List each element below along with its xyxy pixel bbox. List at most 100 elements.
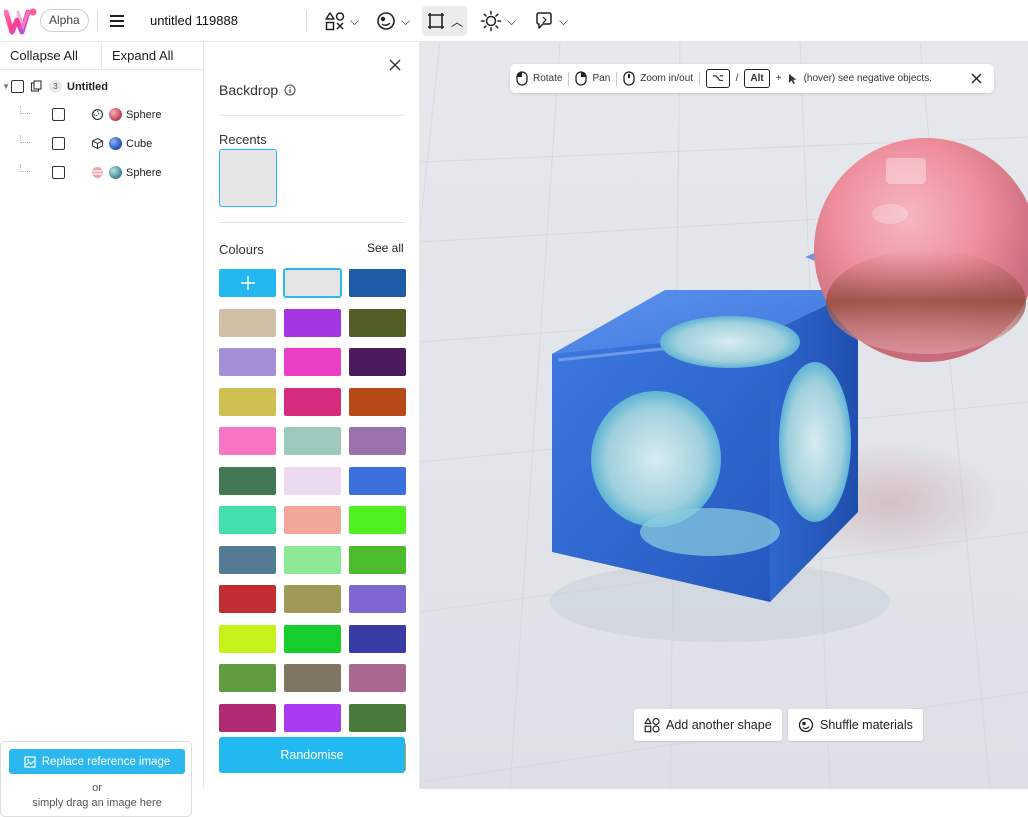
root-checkbox[interactable] [11, 80, 24, 93]
chevron-down-icon: ⌵ [350, 13, 360, 28]
close-icon[interactable] [971, 73, 982, 84]
tree-item-label: Sphere [126, 166, 162, 179]
caret-down-icon[interactable]: ▼ [2, 82, 11, 91]
colour-swatch[interactable] [219, 704, 276, 732]
tree-item-sphere[interactable]: Sphere [52, 108, 161, 121]
colour-swatch[interactable] [349, 506, 406, 534]
app-logo[interactable] [4, 6, 38, 36]
add-colour-button[interactable] [219, 269, 276, 297]
lasso-menu-button[interactable]: ⌵ [530, 6, 572, 36]
randomise-button[interactable]: Randomise [219, 737, 405, 773]
divider [219, 115, 405, 116]
tree-connector [20, 164, 30, 172]
colour-swatch[interactable] [219, 388, 276, 416]
colour-swatch[interactable] [219, 467, 276, 495]
slash-text: / [735, 73, 739, 84]
colour-swatch[interactable] [349, 704, 406, 732]
item-checkbox[interactable] [52, 137, 65, 150]
cursor-icon [788, 73, 797, 84]
add-another-shape-label: Add another shape [666, 718, 772, 732]
colour-swatch[interactable] [284, 467, 341, 495]
colour-swatch[interactable] [219, 506, 276, 534]
hint-pan: Pan [569, 71, 616, 86]
colour-swatch[interactable] [284, 704, 341, 732]
colour-swatch[interactable] [219, 427, 276, 455]
tree-root-untitled[interactable]: ▼ 3 Untitled [2, 80, 108, 93]
shapes-icon [644, 717, 660, 733]
navigation-hint-bar: Rotate Pan Zoom in/out ⌥ / Alt + (hover)… [510, 64, 994, 93]
colour-swatch[interactable] [284, 506, 341, 534]
hamburger-menu-icon[interactable] [106, 10, 128, 32]
divider [219, 222, 405, 223]
close-icon[interactable] [388, 58, 402, 72]
document-title[interactable]: untitled 119888 [150, 13, 238, 28]
colour-swatch[interactable] [219, 585, 276, 613]
colour-swatch[interactable] [349, 467, 406, 495]
sphere-subtract-icon [91, 108, 104, 121]
colour-swatch[interactable] [284, 309, 341, 337]
colour-swatch[interactable] [284, 625, 341, 653]
tree-connector [20, 135, 30, 143]
top-toolbar: Alpha untitled 119888 ⌵ ⌵ ︿ ⌵ ⌵ [0, 0, 1028, 42]
expand-all-button[interactable]: Expand All [102, 42, 203, 69]
colour-swatch[interactable] [219, 546, 276, 574]
reference-image-dropzone[interactable]: Replace reference image or simply drag a… [0, 741, 192, 817]
mouse-wheel-icon [623, 71, 635, 86]
colour-swatch[interactable] [349, 309, 406, 337]
shuffle-materials-button[interactable]: Shuffle materials [788, 709, 923, 741]
info-icon[interactable] [284, 84, 296, 96]
material-menu-button[interactable]: ⌵ [372, 6, 414, 36]
colour-swatch[interactable] [349, 427, 406, 455]
replace-reference-label: Replace reference image [41, 755, 171, 768]
colour-swatch[interactable] [349, 388, 406, 416]
colour-swatch[interactable] [219, 625, 276, 653]
colour-swatch[interactable] [284, 585, 341, 613]
item-checkbox[interactable] [52, 108, 65, 121]
colour-swatch[interactable] [283, 268, 342, 298]
or-text: or [92, 782, 102, 794]
colour-swatch[interactable] [219, 348, 276, 376]
tree-item-sphere[interactable]: Sphere [52, 166, 161, 179]
colour-swatch[interactable] [284, 427, 341, 455]
alpha-badge: Alpha [40, 9, 89, 32]
hint-negative: ⌥ / Alt + (hover) see negative objects. [700, 69, 938, 88]
light-icon [480, 10, 502, 32]
add-another-shape-button[interactable]: Add another shape [634, 709, 782, 741]
tree-item-cube[interactable]: Cube [52, 137, 152, 150]
recent-colour-swatch[interactable] [219, 149, 277, 207]
colour-swatch[interactable] [349, 664, 406, 692]
colour-swatch[interactable] [349, 625, 406, 653]
scene-tree-panel: Collapse All Expand All ▼ 3 Untitled Sph… [0, 42, 204, 817]
colour-swatch[interactable] [219, 664, 276, 692]
hint-zoom-label: Zoom in/out [640, 73, 694, 84]
lighting-menu-button[interactable]: ⌵ [476, 6, 520, 36]
colour-swatch[interactable] [349, 585, 406, 613]
colour-swatch[interactable] [349, 269, 406, 297]
colour-swatch[interactable] [349, 348, 406, 376]
frame-menu-button[interactable]: ︿ [422, 6, 468, 36]
3d-viewport[interactable]: Rotate Pan Zoom in/out ⌥ / Alt + (hover)… [420, 42, 1028, 789]
recents-label: Recents [219, 132, 267, 147]
material-icon [798, 717, 814, 733]
colour-swatch[interactable] [284, 388, 341, 416]
backdrop-panel: Backdrop Recents Colours See all Randomi… [205, 42, 420, 789]
colour-swatch[interactable] [284, 546, 341, 574]
colour-swatch[interactable] [219, 309, 276, 337]
collapse-all-button[interactable]: Collapse All [0, 42, 102, 69]
shapes-menu-button[interactable]: ⌵ [321, 6, 363, 36]
tree-item-label: Cube [126, 137, 153, 150]
backdrop-title: Backdrop [219, 82, 296, 98]
mouse-left-icon [516, 71, 528, 86]
item-checkbox[interactable] [52, 166, 65, 179]
scene-render [420, 42, 1028, 789]
chevron-down-icon: ⌵ [507, 13, 517, 28]
colour-swatch[interactable] [284, 664, 341, 692]
hint-negative-label: (hover) see negative objects. [803, 73, 932, 84]
colour-swatch[interactable] [349, 546, 406, 574]
chevron-down-icon: ⌵ [401, 13, 411, 28]
colour-swatch[interactable] [284, 348, 341, 376]
backdrop-title-text: Backdrop [219, 82, 279, 98]
see-all-link[interactable]: See all [367, 241, 404, 255]
replace-reference-image-button[interactable]: Replace reference image [9, 749, 185, 774]
lasso-icon [536, 12, 552, 29]
